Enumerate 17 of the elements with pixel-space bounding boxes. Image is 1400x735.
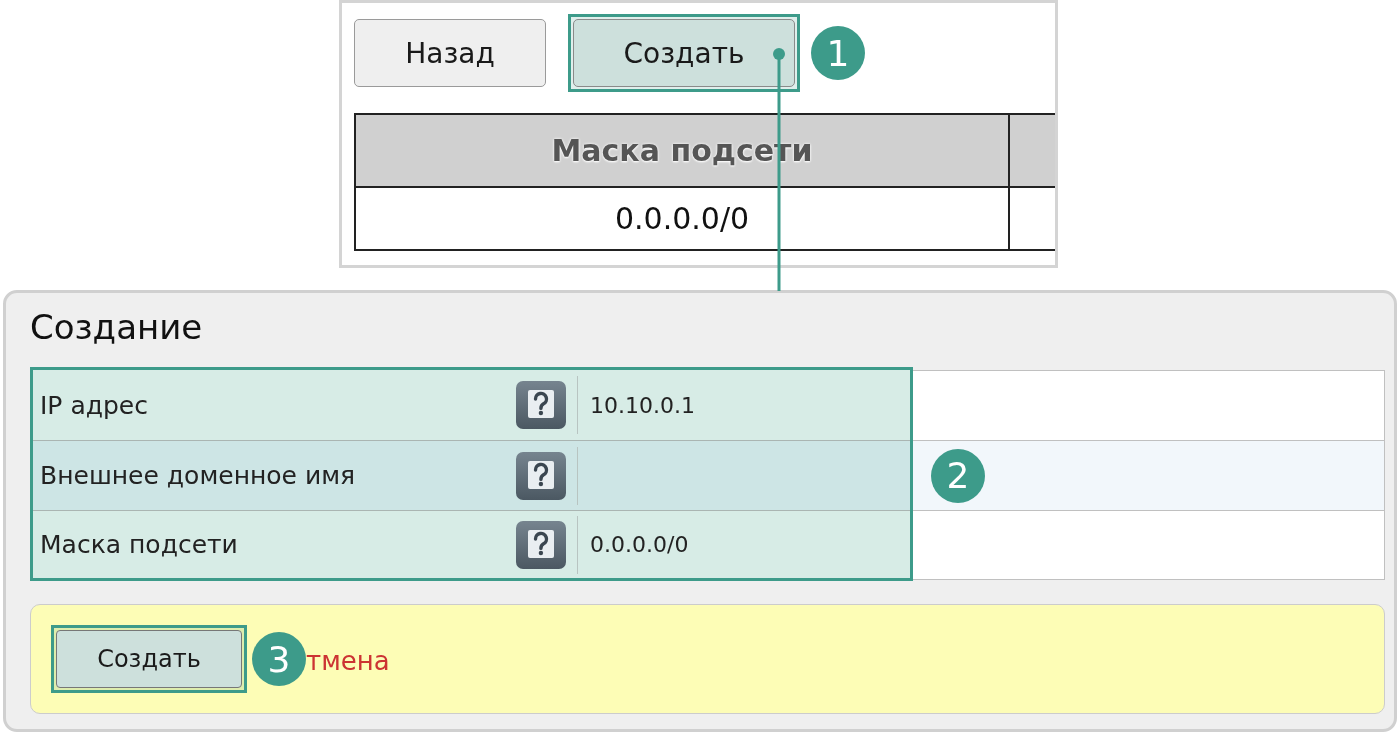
create-button[interactable]: Создать <box>573 19 795 87</box>
create-button[interactable]: Создать <box>56 630 242 688</box>
panel-title: Создание <box>30 306 203 349</box>
field-value: 0.0.0.0/0 <box>590 532 689 557</box>
field-label: IP адрес <box>40 390 148 420</box>
step-number: 3 <box>252 632 306 686</box>
step-number: 2 <box>931 448 985 503</box>
field-value: 10.10.0.1 <box>590 392 695 418</box>
step-number: 1 <box>811 26 865 80</box>
field-label: Маска подсети <box>40 530 238 559</box>
table-cell: 0.0.0.0/0 <box>614 201 750 236</box>
help-icon[interactable] <box>516 451 566 500</box>
help-icon[interactable] <box>516 381 566 429</box>
help-icon[interactable] <box>516 520 566 569</box>
field-label: Внешнее доменное имя <box>40 461 356 490</box>
back-button[interactable]: Назад <box>354 19 546 87</box>
cancel-link[interactable]: тмена <box>306 646 390 676</box>
